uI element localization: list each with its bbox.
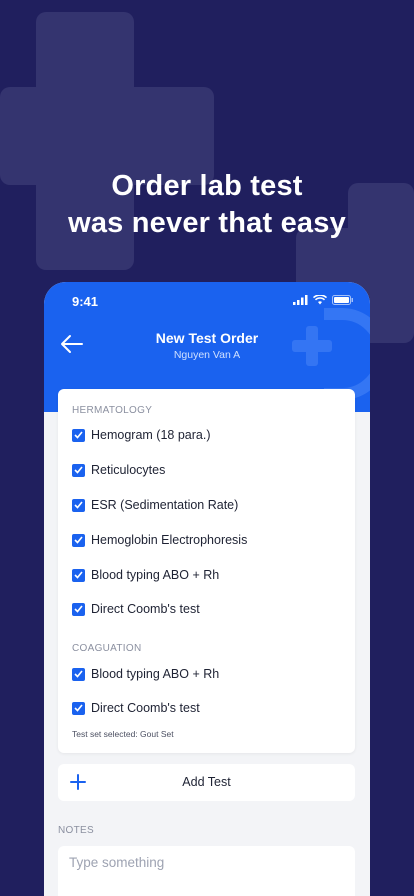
test-item-label: Blood typing ABO + Rh [91,568,220,582]
test-item[interactable]: ESR (Sedimentation Rate) [72,496,238,514]
checkbox-checked-icon[interactable] [72,602,85,616]
test-item-label: Hemoglobin Electrophoresis [91,533,248,547]
test-item[interactable]: Blood typing ABO + Rh [72,566,219,584]
checkbox-checked-icon[interactable] [72,498,85,512]
test-item-label: Direct Coomb's test [91,701,200,715]
test-item-label: Blood typing ABO + Rh [91,667,220,681]
section-label-hematology: HERMATOLOGY [72,405,153,416]
battery-icon [332,295,353,305]
test-item-label: Reticulocytes [91,463,166,477]
test-item[interactable]: Blood typing ABO + Rh [72,665,219,683]
checkbox-checked-icon[interactable] [72,428,85,442]
signal-icon [293,295,308,305]
patient-name: Nguyen Van A [173,349,241,361]
section-label-coagulation: COAGUATION [72,643,142,654]
headline: Order lab test was never that easy [0,168,414,242]
headline-line-1: Order lab test [111,170,303,202]
notes-input[interactable] [58,846,355,896]
status-icons [293,295,354,305]
test-item[interactable]: Reticulocytes [72,461,165,479]
test-item[interactable]: Direct Coomb's test [72,699,200,717]
test-item-label: ESR (Sedimentation Rate) [91,498,239,512]
notes-label: NOTES [58,825,94,836]
checkbox-checked-icon[interactable] [72,701,85,715]
test-item[interactable]: Direct Coomb's test [72,600,200,618]
checkbox-checked-icon[interactable] [72,667,85,681]
test-item[interactable]: Hemogram (18 para.) [72,426,211,444]
headline-line-2: was never that easy [68,207,346,239]
checkbox-checked-icon[interactable] [72,568,85,582]
status-time: 9:41 [72,294,99,309]
test-item-label: Direct Coomb's test [91,602,200,616]
test-list-card: HERMATOLOGY Hemogram (18 para.) Reticulo… [58,389,355,753]
test-item[interactable]: Hemoglobin Electrophoresis [72,531,247,549]
checkbox-checked-icon[interactable] [72,533,85,547]
add-test-label: Add Test [182,775,231,789]
test-item-label: Hemogram (18 para.) [91,428,211,442]
wifi-icon [313,295,327,305]
page-title: New Test Order [155,330,259,346]
phone-screen: 9:41 New Test Order Nguyen Van A HERMATO… [44,282,370,896]
test-set-info: Test set selected: Gout Set [72,729,174,739]
add-test-button[interactable]: Add Test [58,764,355,801]
checkbox-checked-icon[interactable] [72,463,85,477]
